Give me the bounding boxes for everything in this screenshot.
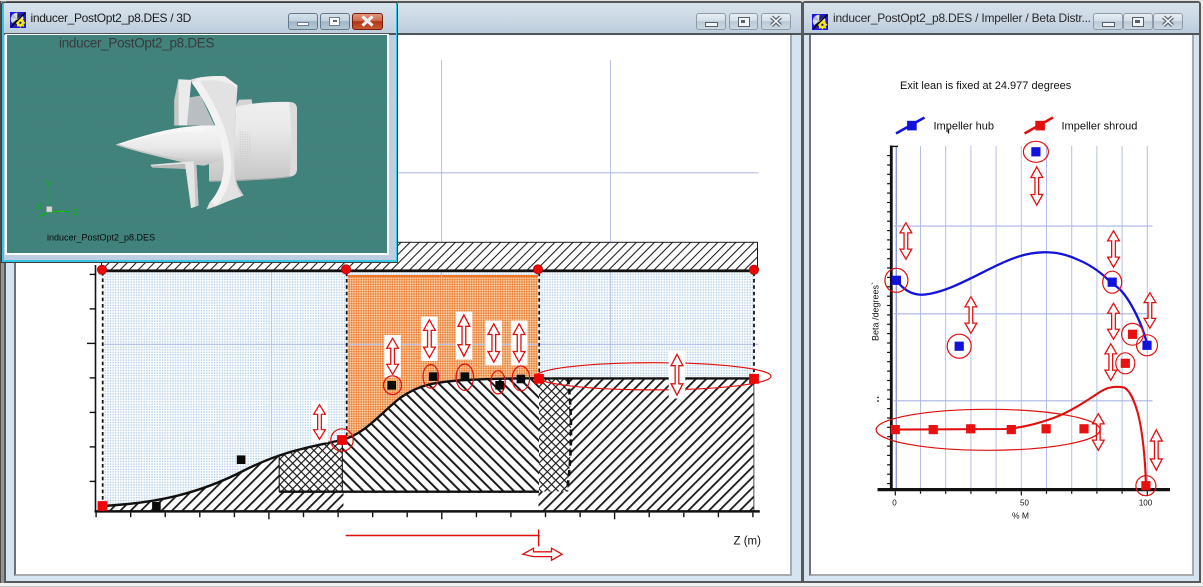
svg-text:inducer_PostOpt2_p8.DES: inducer_PostOpt2_p8.DES (59, 36, 214, 51)
svg-text:Exit lean is fixed at 24.977 d: Exit lean is fixed at 24.977 degrees (900, 80, 1072, 92)
svg-text:Beta /degrees`: Beta /degrees` (870, 282, 880, 341)
svg-text:Z: Z (73, 208, 79, 218)
svg-text:X: X (36, 202, 42, 212)
svg-text:Impeller shroud: Impeller shroud (1061, 121, 1137, 133)
svg-text:Z (m): Z (m) (734, 536, 762, 548)
svg-text:50: 50 (1020, 499, 1029, 508)
svg-text:Y: Y (46, 180, 52, 190)
svg-text:Impeller hub: Impeller hub (933, 121, 994, 133)
svg-text:0: 0 (892, 499, 897, 508)
svg-text:100: 100 (1138, 499, 1152, 508)
svg-text:% M: % M (1012, 511, 1029, 521)
svg-text:inducer_PostOpt2_p8.DES: inducer_PostOpt2_p8.DES (47, 233, 155, 243)
